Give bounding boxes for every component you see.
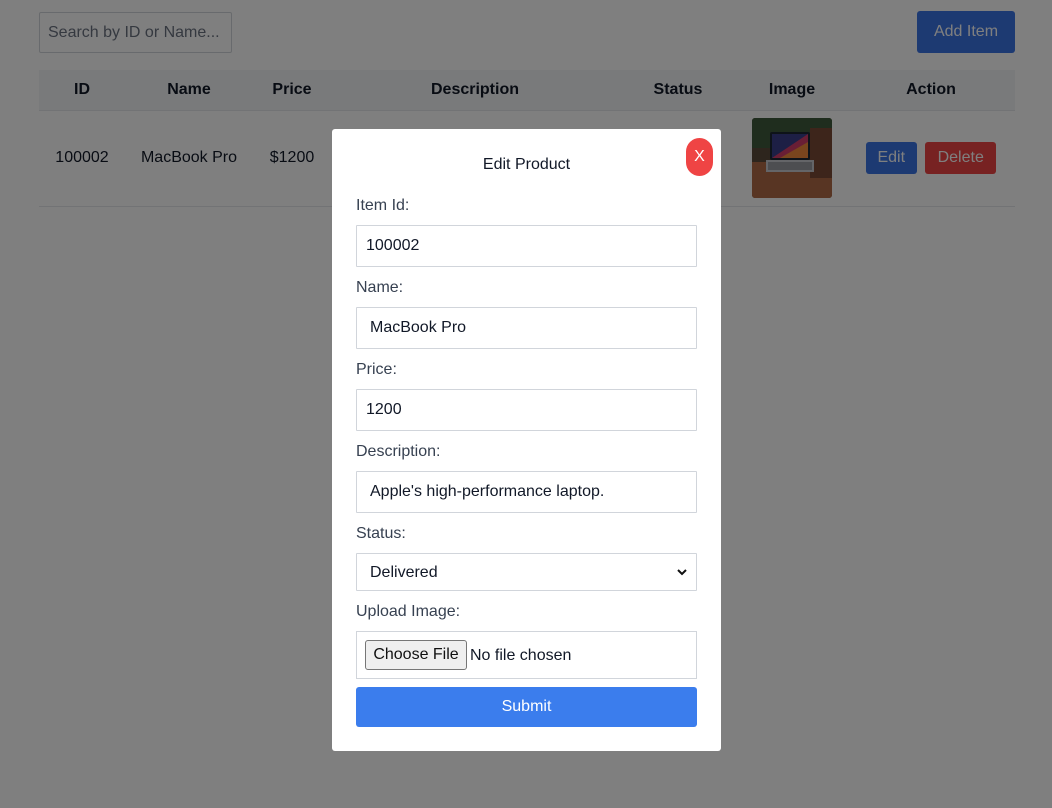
modal-title: Edit Product <box>482 156 571 173</box>
status-select[interactable]: Delivered <box>356 553 697 591</box>
file-status-text: No file chosen <box>470 647 572 664</box>
edit-product-modal: Edit Product X Item Id: Name: Price: Des… <box>332 129 721 751</box>
name-label: Name: <box>356 279 404 296</box>
submit-button[interactable]: Submit <box>356 687 697 727</box>
close-button[interactable]: X <box>686 138 713 176</box>
file-upload-field: Choose File No file chosen <box>356 631 697 679</box>
item-id-field[interactable] <box>356 225 697 267</box>
name-field[interactable] <box>356 307 697 349</box>
description-field[interactable] <box>356 471 697 513</box>
chevron-down-icon <box>677 569 687 576</box>
status-select-value: Delivered <box>370 564 438 581</box>
price-label: Price: <box>356 361 397 378</box>
product-admin-page: Add Item ID Name Price Description Statu… <box>0 0 1052 808</box>
item-id-label: Item Id: <box>356 197 410 214</box>
upload-image-label: Upload Image: <box>356 603 461 620</box>
description-label: Description: <box>356 443 441 460</box>
choose-file-button[interactable]: Choose File <box>365 640 467 670</box>
price-field[interactable] <box>356 389 697 431</box>
status-label: Status: <box>356 525 406 542</box>
